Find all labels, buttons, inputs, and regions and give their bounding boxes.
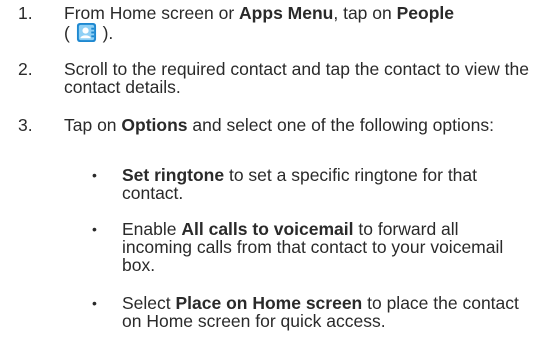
instruction-document: 1. From Home screen or Apps Menu, tap on… (0, 0, 551, 342)
options-label: Options (121, 115, 188, 135)
bullet-glyph: • (92, 295, 97, 311)
step-text: Scroll to the required contact and tap t… (64, 59, 529, 97)
option-text-segment: Enable (122, 219, 182, 239)
option-text: Select Place on Home screen to place the… (122, 294, 542, 330)
option-bold-label: All calls to voicemail (181, 219, 354, 239)
bullet-glyph: • (92, 221, 97, 237)
option-bold-label: Place on Home screen (175, 293, 363, 313)
step-text: From Home screen or Apps Menu, tap on Pe… (64, 4, 544, 43)
step-number: 1. (18, 3, 33, 23)
option-text-segment: Select (122, 293, 176, 313)
step-number: 3. (18, 115, 33, 135)
step-text-segment: Tap on (64, 115, 122, 135)
step-text-segment: ( (64, 23, 75, 43)
step-text-segment: and select one of the following options: (187, 115, 494, 135)
people-app-icon (76, 22, 96, 43)
apps-menu-label: Apps Menu (239, 3, 334, 23)
step-text-segment: ). (97, 23, 114, 43)
step-text-segment: From Home screen or (64, 3, 240, 23)
option-text: Enable All calls to voicemail to forward… (122, 220, 512, 274)
people-label: People (396, 3, 454, 23)
option-bold-label: Set ringtone (122, 165, 225, 185)
step-text-segment: , tap on (333, 3, 397, 23)
step-text: Tap on Options and select one of the fol… (64, 116, 544, 134)
bullet-glyph: • (92, 167, 97, 183)
option-text: Set ringtone to set a specific ringtone … (122, 166, 542, 202)
step-number: 2. (18, 59, 33, 79)
